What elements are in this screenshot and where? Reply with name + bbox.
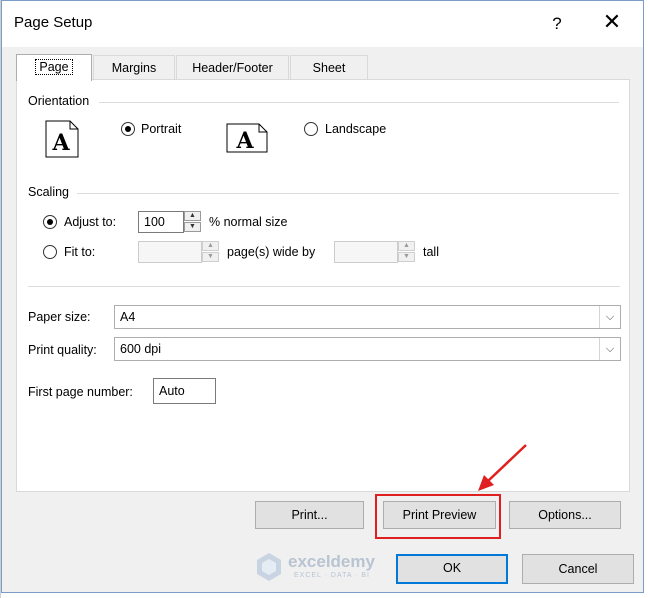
landscape-page-icon: A (226, 123, 268, 153)
paper-size-value: A4 (120, 310, 136, 324)
ok-button[interactable]: OK (396, 554, 508, 584)
highlight-box (375, 494, 501, 539)
adjust-percent-spinner[interactable]: ▲ ▼ (184, 211, 201, 233)
print-quality-select[interactable]: 600 dpi ⌵ (114, 337, 621, 361)
fit-to-label[interactable]: Fit to: (64, 245, 95, 259)
first-page-number-input[interactable]: Auto (153, 378, 216, 404)
spin-down-icon[interactable]: ▼ (202, 252, 219, 262)
fit-tall-input[interactable] (334, 241, 398, 263)
fit-wide-spinner[interactable]: ▲ ▼ (202, 241, 219, 263)
print-button[interactable]: Print... (255, 501, 364, 529)
paper-size-select[interactable]: A4 ⌵ (114, 305, 621, 329)
portrait-page-icon: A (45, 120, 79, 158)
spin-up-icon[interactable]: ▲ (202, 241, 219, 251)
chevron-down-icon[interactable]: ⌵ (599, 338, 620, 360)
tab-sheet-label: Sheet (312, 61, 346, 75)
title-bar: Page Setup ? ✕ (2, 1, 643, 47)
tab-page[interactable]: Page (16, 54, 92, 81)
first-page-number-label: First page number: (28, 385, 133, 399)
landscape-radio[interactable] (304, 122, 318, 136)
print-quality-label: Print quality: (28, 343, 97, 357)
adjust-to-label[interactable]: Adjust to: (64, 215, 116, 229)
spin-down-icon[interactable]: ▼ (398, 252, 415, 262)
page-setup-dialog: Page Setup ? ✕ Page Margins Header/Foote… (1, 0, 644, 593)
portrait-radio[interactable] (121, 122, 135, 136)
spin-up-icon[interactable]: ▲ (184, 211, 201, 221)
tab-header-footer-label: Header/Footer (192, 61, 273, 75)
scaling-separator (77, 193, 619, 194)
spin-down-icon[interactable]: ▼ (184, 222, 201, 232)
watermark-brand: exceldemy (288, 552, 375, 571)
landscape-glyph: A (235, 128, 254, 153)
tab-margins-label: Margins (111, 61, 157, 75)
fit-tall-spinner[interactable]: ▲ ▼ (398, 241, 415, 263)
paper-size-label: Paper size: (28, 310, 91, 324)
tab-header-footer[interactable]: Header/Footer (176, 55, 289, 79)
tab-sheet[interactable]: Sheet (290, 55, 368, 79)
chevron-down-icon[interactable]: ⌵ (599, 306, 620, 328)
close-button[interactable]: ✕ (602, 11, 622, 33)
options-button[interactable]: Options... (509, 501, 621, 529)
red-arrow-icon (478, 444, 527, 491)
cancel-button[interactable]: Cancel (522, 554, 634, 584)
orientation-heading: Orientation (28, 94, 90, 108)
scaling-heading: Scaling (28, 185, 69, 199)
exceldemy-watermark: exceldemy EXCEL · DATA · BI (254, 551, 404, 583)
adjust-percent-input[interactable]: 100 (138, 211, 184, 233)
watermark-tagline: EXCEL · DATA · BI (294, 572, 370, 579)
exceldemy-logo-icon (257, 553, 281, 581)
tab-page-label: Page (35, 59, 73, 75)
tab-margins[interactable]: Margins (93, 55, 175, 79)
adjust-to-radio[interactable] (43, 215, 57, 229)
help-button[interactable]: ? (547, 14, 567, 34)
adjust-suffix-label: % normal size (209, 215, 288, 229)
dialog-title: Page Setup (14, 14, 93, 31)
fit-wide-input[interactable] (138, 241, 202, 263)
portrait-glyph: A (51, 130, 70, 156)
fit-wide-suffix-label: page(s) wide by (227, 245, 316, 259)
fit-to-radio[interactable] (43, 245, 57, 259)
page-tab-panel: Orientation A Portrait A Landscape Scali… (16, 79, 630, 529)
scaling-bottom-separator (28, 286, 620, 287)
print-quality-value: 600 dpi (120, 342, 162, 356)
portrait-label[interactable]: Portrait (141, 122, 181, 136)
landscape-label[interactable]: Landscape (325, 122, 386, 136)
orientation-separator (99, 102, 619, 103)
spin-up-icon[interactable]: ▲ (398, 241, 415, 251)
fit-tall-suffix-label: tall (423, 245, 439, 259)
